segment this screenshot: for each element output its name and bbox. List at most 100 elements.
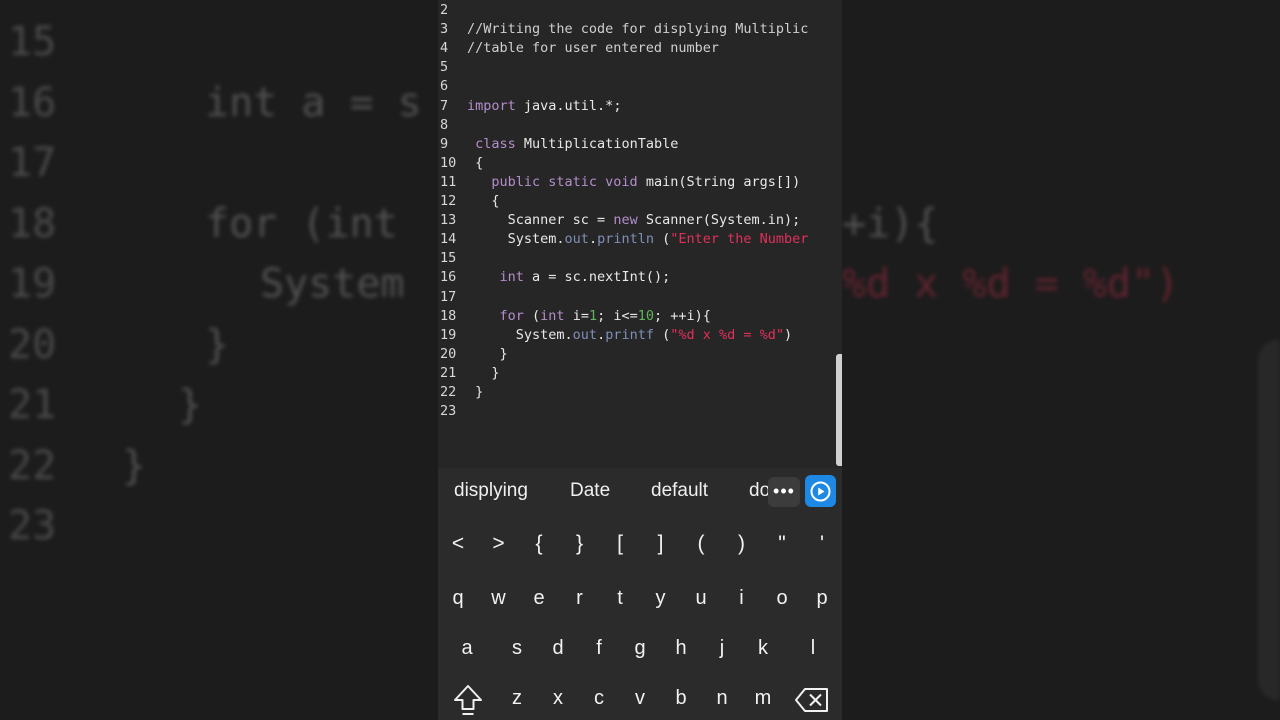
code-token: a = sc.nextInt();	[523, 269, 671, 286]
code-text: }	[467, 383, 483, 402]
key[interactable]: w	[479, 573, 519, 623]
code-token: System.	[467, 231, 565, 248]
key[interactable]: z	[497, 673, 537, 720]
line-number: 3	[440, 21, 449, 38]
code-text: //table for user entered number	[467, 39, 719, 58]
key[interactable]: m	[743, 673, 783, 720]
key[interactable]: p	[802, 573, 842, 623]
key[interactable]: s	[497, 623, 537, 673]
line-number: 4	[440, 40, 449, 57]
key[interactable]: i	[722, 573, 762, 623]
key[interactable]: t	[600, 573, 640, 623]
code-line: 14 System.out.println ("Enter the Number	[438, 230, 842, 249]
code-token: (	[653, 326, 671, 343]
code-line: 4 //table for user entered number	[438, 39, 842, 58]
letter-row-3: zxcvbnm	[438, 673, 842, 720]
code-text: {	[467, 154, 483, 173]
code-line: 19 System.out.printf ("%d x %d = %d")	[438, 326, 842, 345]
background-code-text: }	[205, 321, 230, 368]
code-text: System.out.printf ("%d x %d = %d")	[467, 326, 792, 345]
code-token: }	[467, 345, 508, 362]
key[interactable]: [	[600, 519, 640, 569]
suggestion-bar: displying Date default do •••	[438, 468, 842, 516]
code-token: i=	[564, 307, 589, 324]
code-line: 10 {	[438, 154, 842, 173]
line-number: 15	[440, 250, 457, 267]
code-token: out	[564, 231, 589, 248]
line-number: 20	[440, 345, 457, 362]
code-text: class MultiplicationTable	[467, 135, 678, 154]
code-token: class	[467, 135, 516, 152]
key[interactable]: n	[702, 673, 742, 720]
more-dots-icon[interactable]: •••	[768, 477, 800, 507]
code-token: ; i<=	[597, 307, 638, 324]
key[interactable]: d	[538, 623, 578, 673]
key[interactable]: l	[793, 623, 833, 673]
shift-icon[interactable]	[452, 683, 484, 717]
key[interactable]: )	[722, 519, 762, 569]
suggestion-4[interactable]: do	[749, 480, 770, 502]
suggestion-1[interactable]: displying	[454, 480, 528, 502]
code-line: 11 public static void main(String args[]…	[438, 173, 842, 192]
code-editor[interactable]: 2 3 //Writing the code for displying Multi…	[438, 0, 842, 468]
soft-keyboard: displying Date default do ••• < >{}[]() " '…	[438, 468, 842, 720]
key[interactable]: a	[447, 623, 487, 673]
line-number: 16	[440, 269, 457, 286]
key[interactable]: v	[620, 673, 660, 720]
key[interactable]: f	[579, 623, 619, 673]
key[interactable]: j	[702, 623, 742, 673]
code-token: .	[588, 231, 598, 248]
background-code-text: }	[122, 442, 147, 489]
code-text: }	[467, 364, 500, 383]
letter-row-1: qwertyuiop	[438, 573, 842, 623]
code-token: 1	[588, 307, 598, 324]
suggestion-2[interactable]: Date	[570, 480, 610, 502]
key[interactable]: u	[681, 573, 721, 623]
background-line-number: 15	[8, 19, 57, 65]
code-token: }	[467, 384, 484, 400]
code-line: 6	[438, 77, 842, 96]
key[interactable]: "	[762, 519, 802, 569]
code-line: 12 {	[438, 192, 842, 211]
code-text: //Writing the code for displying Multipl…	[467, 20, 808, 39]
line-number: 7	[440, 97, 449, 114]
code-line: 15	[438, 249, 842, 268]
code-token: int	[540, 307, 565, 324]
code-token: {	[467, 193, 500, 209]
key[interactable]: ]	[641, 519, 681, 569]
code-token: (	[653, 231, 671, 248]
code-line: 9 class MultiplicationTable	[438, 135, 842, 154]
code-token: }	[467, 364, 500, 381]
code-line: 2	[438, 1, 842, 20]
key[interactable]: g	[620, 623, 660, 673]
key[interactable]: h	[661, 623, 701, 673]
key[interactable]: y	[641, 573, 681, 623]
key[interactable]: o	[762, 573, 802, 623]
key[interactable]: <	[438, 519, 478, 569]
key[interactable]: '	[802, 519, 842, 569]
line-number: 19	[440, 326, 457, 343]
code-line: 16 int a = sc.nextInt();	[438, 268, 842, 287]
key[interactable]: (	[681, 519, 721, 569]
key[interactable]: }	[560, 519, 600, 569]
key[interactable]: b	[661, 673, 701, 720]
line-number: 22	[440, 384, 457, 400]
key[interactable]: r	[560, 573, 600, 623]
key[interactable]: e	[519, 573, 559, 623]
backspace-icon[interactable]	[794, 687, 830, 713]
code-token: //Writing the code for displying Multipl…	[467, 21, 809, 38]
key[interactable]: q	[438, 573, 478, 623]
background-line-number: 22	[8, 442, 57, 489]
background-line-number: 18	[8, 200, 57, 247]
key[interactable]: >	[479, 519, 519, 569]
line-number: 6	[440, 78, 449, 95]
play-icon[interactable]	[805, 475, 836, 507]
line-number: 23	[440, 403, 457, 420]
key[interactable]: k	[743, 623, 783, 673]
code-text: for (int i=1; i<=10; ++i){	[467, 307, 711, 326]
key[interactable]: x	[538, 673, 578, 720]
suggestion-3[interactable]: default	[651, 480, 708, 502]
code-line: 22 }	[438, 383, 842, 402]
key[interactable]: c	[579, 673, 619, 720]
key[interactable]: {	[519, 519, 559, 569]
